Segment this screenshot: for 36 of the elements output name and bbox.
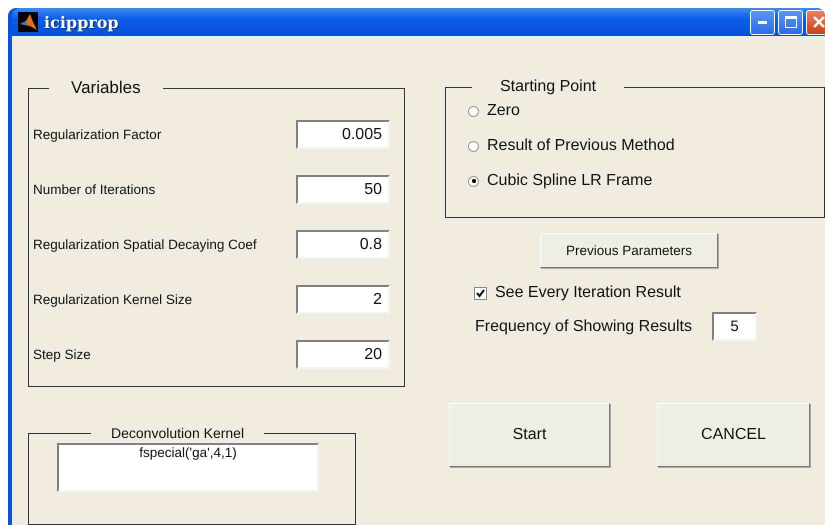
input-field[interactable]: 50 — [296, 175, 390, 204]
radio-button[interactable]: Zero — [468, 102, 824, 120]
check-icon — [476, 288, 485, 298]
checkbox-icon[interactable] — [474, 286, 487, 300]
field-label: Frequency of Showing Results — [475, 318, 692, 336]
field-label: Number of Iterations — [33, 182, 156, 197]
previous-parameters-button[interactable]: Previous Parameters — [540, 233, 718, 268]
field-label: Regularization Spatial Decaying Coef — [33, 237, 257, 252]
input-field[interactable]: 5 — [712, 312, 757, 341]
radio-icon[interactable] — [468, 106, 479, 116]
field-label: Step Size — [33, 347, 91, 362]
window-title: icipprop — [44, 12, 120, 32]
group-title: Deconvolution Kernel — [110, 425, 246, 441]
radio-button[interactable]: Result of Previous Method — [468, 137, 824, 155]
cancel-button[interactable]: CANCEL — [657, 403, 810, 467]
input-field[interactable]: 20 — [296, 340, 390, 369]
maximize-icon — [784, 16, 796, 28]
input-field[interactable]: 0.005 — [296, 120, 390, 149]
close-button[interactable] — [806, 10, 825, 34]
minimize-button[interactable] — [750, 10, 775, 34]
app-logo-icon — [18, 12, 38, 32]
start-button[interactable]: Start — [449, 403, 610, 467]
maximize-button[interactable] — [778, 10, 803, 34]
input-field[interactable]: 0.8 — [296, 230, 390, 259]
field-label: Regularization Kernel Size — [33, 292, 192, 307]
group-title: Starting Point — [499, 78, 598, 96]
radio-icon[interactable] — [468, 140, 479, 152]
input-field[interactable]: 2 — [296, 285, 390, 314]
radio-button[interactable]: Cubic Spline LR Frame — [468, 172, 824, 190]
radio-icon[interactable] — [468, 176, 479, 186]
minimize-icon — [758, 20, 767, 24]
input-field[interactable]: fspecial('ga',4,1) — [57, 443, 319, 492]
close-icon — [812, 16, 824, 28]
group-title: Variables — [70, 78, 142, 98]
field-label: Regularization Factor — [33, 127, 162, 142]
checkbox[interactable]: See Every Iteration Result — [474, 284, 825, 302]
